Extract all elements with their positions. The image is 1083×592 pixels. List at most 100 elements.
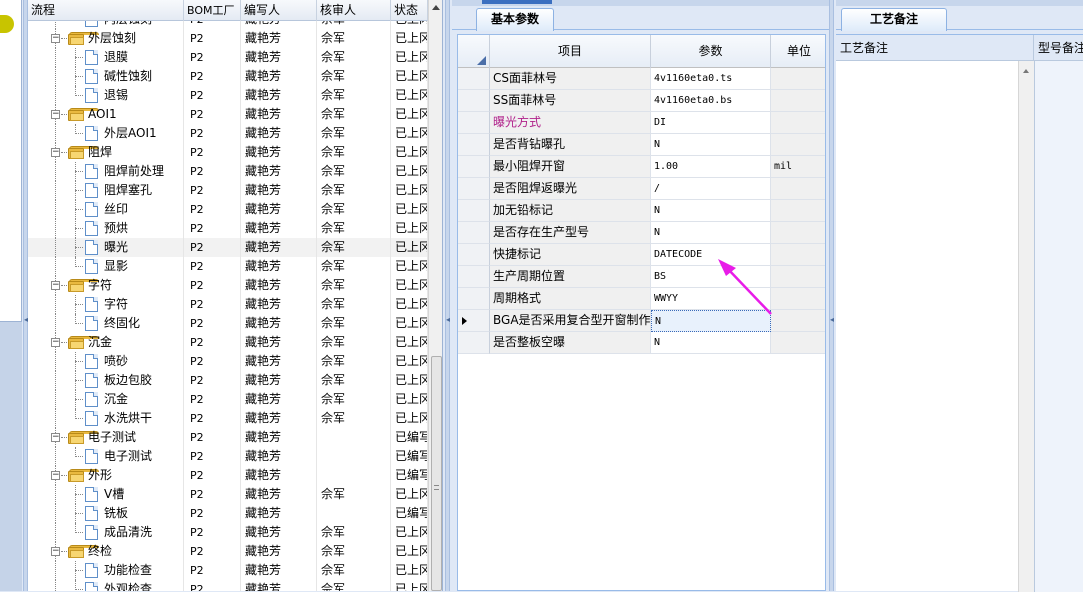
tree-name-cell[interactable]: − AOI1 [28,105,184,124]
tree-name-cell[interactable]: 水洗烘干 [28,409,184,428]
param-row[interactable]: 最小阻焊开窗 1.00 mil [458,156,825,178]
row-indicator[interactable] [458,244,490,266]
tree-item-row[interactable]: 水洗烘干 P2 藏艳芳 佘军 已上冈 [28,409,428,428]
collapse-toggle-icon[interactable]: − [51,148,60,157]
param-value-cell[interactable]: N [651,310,771,332]
tree-name-cell[interactable]: 字符 [28,295,184,314]
param-row[interactable]: 加无铅标记 N [458,200,825,222]
param-row[interactable]: SS面菲林号 4v1160eta0.bs [458,90,825,112]
tree-item-row[interactable]: 曝光 P2 藏艳芳 佘军 已上冈 [28,238,428,257]
param-value-cell[interactable]: BS [651,266,771,288]
tree-item-row[interactable]: 喷砂 P2 藏艳芳 佘军 已上冈 [28,352,428,371]
tree-item-row[interactable]: 显影 P2 藏艳芳 佘军 已上冈 [28,257,428,276]
param-value-cell[interactable]: N [651,332,771,354]
scroll-up-arrow-icon[interactable] [1023,69,1029,73]
param-row[interactable]: 是否整板空曝 N [458,332,825,354]
row-indicator[interactable] [458,266,490,288]
tree-folder-row[interactable]: − 字符 P2 藏艳芳 佘军 已上冈 [28,276,428,295]
row-indicator[interactable] [458,310,490,332]
param-value-cell[interactable]: 4v1160eta0.ts [651,68,771,90]
tree-name-cell[interactable]: 退锡 [28,86,184,105]
tree-name-cell[interactable]: − 电子测试 [28,428,184,447]
param-value-cell[interactable]: / [651,178,771,200]
row-indicator[interactable] [458,222,490,244]
tree-folder-row[interactable]: − 外形 P2 藏艳芳 已编写 [28,466,428,485]
tree-name-cell[interactable]: 铣板 [28,504,184,523]
tree-name-cell[interactable]: 成品清洗 [28,523,184,542]
param-row[interactable]: 周期格式 WWYY [458,288,825,310]
col-header-process-remarks[interactable]: 工艺备注 [836,35,1034,61]
tree-item-row[interactable]: 字符 P2 藏艳芳 佘军 已上冈 [28,295,428,314]
tree-item-row[interactable]: V槽 P2 藏艳芳 佘军 已上冈 [28,485,428,504]
tree-item-row[interactable]: 内层蚀刻 P2藏艳芳佘军已上冈 [28,21,428,29]
param-value-cell[interactable]: N [651,222,771,244]
tree-item-row[interactable]: 阻焊前处理 P2 藏艳芳 佘军 已上冈 [28,162,428,181]
col-header-item[interactable]: 项目 [490,35,651,68]
collapse-toggle-icon[interactable]: − [51,110,60,119]
param-row[interactable]: BGA是否采用复合型开窗制作 N [458,310,825,332]
tree-name-cell[interactable]: 外层AOI1 [28,124,184,143]
param-value-cell[interactable]: 4v1160eta0.bs [651,90,771,112]
row-indicator[interactable] [458,332,490,354]
tree-name-cell[interactable]: 退膜 [28,48,184,67]
tree-item-row[interactable]: 电子测试 P2 藏艳芳 已编写 [28,447,428,466]
tree-folder-row[interactable]: − 电子测试 P2 藏艳芳 已编写 [28,428,428,447]
tree-folder-row[interactable]: − 终检 P2 藏艳芳 佘军 已上冈 [28,542,428,561]
param-value-cell[interactable]: 1.00 [651,156,771,178]
tree-item-row[interactable]: 铣板 P2 藏艳芳 已编写 [28,504,428,523]
param-row[interactable]: 是否背钻曝孔 N [458,134,825,156]
tree-name-cell[interactable]: 丝印 [28,200,184,219]
remarks-vertical-scrollbar[interactable] [1018,61,1034,592]
tree-name-cell[interactable]: 电子测试 [28,447,184,466]
tree-name-cell[interactable]: − 终检 [28,542,184,561]
tree-name-cell[interactable]: 板边包胶 [28,371,184,390]
param-value-cell[interactable]: DI [651,112,771,134]
tree-name-cell[interactable]: − 字符 [28,276,184,295]
scrollbar-thumb[interactable] [431,356,442,591]
tree-name-cell[interactable]: 喷砂 [28,352,184,371]
param-value-cell[interactable]: N [651,200,771,222]
row-indicator[interactable] [458,134,490,156]
tree-item-row[interactable]: 退锡 P2 藏艳芳 佘军 已上冈 [28,86,428,105]
col-header-unit[interactable]: 单位 [771,35,825,68]
tree-name-cell[interactable]: 阻焊塞孔 [28,181,184,200]
row-indicator[interactable] [458,156,490,178]
tree-name-cell[interactable]: 外观检查 [28,580,184,591]
tree-item-row[interactable]: 沉金 P2 藏艳芳 佘军 已上冈 [28,390,428,409]
param-value-cell[interactable]: WWYY [651,288,771,310]
collapse-toggle-icon[interactable]: − [51,281,60,290]
tree-name-cell[interactable]: − 外形 [28,466,184,485]
tree-folder-row[interactable]: − AOI1 P2 藏艳芳 佘军 已上冈 [28,105,428,124]
col-header-value[interactable]: 参数 [651,35,771,68]
tree-name-cell[interactable]: − 外层蚀刻 [28,29,184,48]
col-header-reviewer[interactable]: 核审人 [317,0,391,21]
tree-item-row[interactable]: 碱性蚀刻 P2 藏艳芳 佘军 已上冈 [28,67,428,86]
tree-folder-row[interactable]: − 阻焊 P2 藏艳芳 佘军 已上冈 [28,143,428,162]
middle-splitter[interactable]: ◂ [445,0,450,591]
scroll-up-arrow-icon[interactable] [432,5,440,10]
collapse-toggle-icon[interactable]: − [51,471,60,480]
tab-basic-params[interactable]: 基本参数 [476,8,555,31]
tree-name-cell[interactable]: 显影 [28,257,184,276]
collapse-toggle-icon[interactable]: − [51,433,60,442]
tree-folder-row[interactable]: − 外层蚀刻 P2 藏艳芳 佘军 已上冈 [28,29,428,48]
col-header-bom[interactable]: BOM工厂 [184,0,241,21]
row-indicator[interactable] [458,178,490,200]
tree-name-cell[interactable]: 预烘 [28,219,184,238]
tab-process-remarks[interactable]: 工艺备注 [841,8,948,31]
tree-item-row[interactable]: 退膜 P2 藏艳芳 佘军 已上冈 [28,48,428,67]
tree-name-cell[interactable]: 曝光 [28,238,184,257]
param-row[interactable]: 快捷标记 DATECODE [458,244,825,266]
tree-name-cell[interactable]: 终固化 [28,314,184,333]
collapse-toggle-icon[interactable]: − [51,34,60,43]
tree-name-cell[interactable]: 阻焊前处理 [28,162,184,181]
row-indicator[interactable] [458,90,490,112]
param-row[interactable]: 是否存在生产型号 N [458,222,825,244]
tree-name-cell[interactable]: 功能检查 [28,561,184,580]
tree-item-row[interactable]: 阻焊塞孔 P2 藏艳芳 佘军 已上冈 [28,181,428,200]
tree-name-cell[interactable]: − 沉金 [28,333,184,352]
param-row[interactable]: 生产周期位置 BS [458,266,825,288]
tree-item-row[interactable]: 成品清洗 P2 藏艳芳 佘军 已上冈 [28,523,428,542]
col-header-writer[interactable]: 编写人 [241,0,317,21]
right-splitter[interactable]: ◂ [829,0,834,591]
